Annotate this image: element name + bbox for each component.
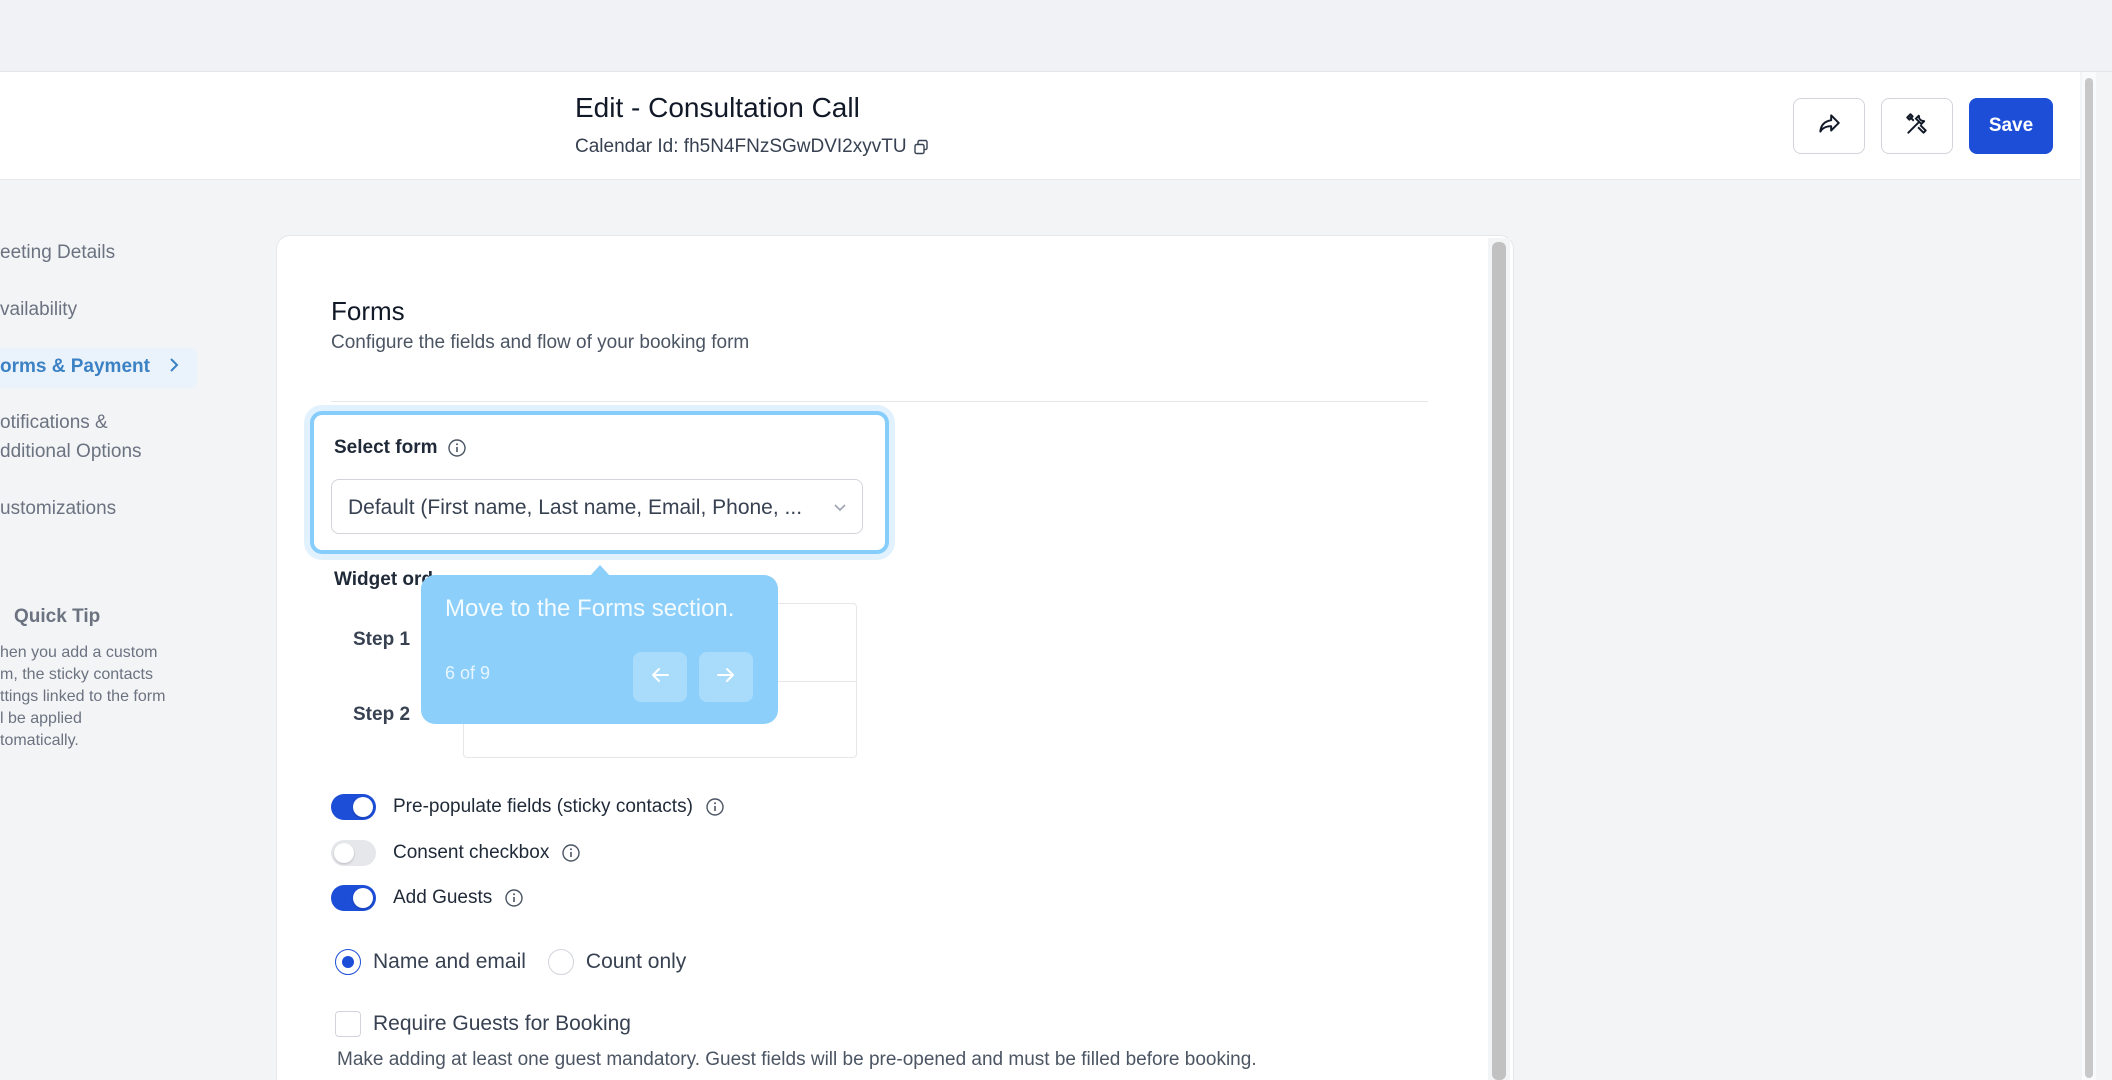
arrow-right-icon: [715, 665, 737, 690]
section-subtitle: Configure the fields and flow of your bo…: [331, 332, 750, 353]
sidebar-item-forms-payment-label: orms & Payment: [0, 356, 150, 377]
copy-icon[interactable]: [913, 139, 929, 155]
chevron-down-icon: [832, 500, 848, 519]
sidebar-item-availability[interactable]: vailability: [0, 299, 77, 321]
sidebar-item-customizations[interactable]: ustomizations: [0, 498, 116, 520]
require-guests-checkbox[interactable]: [335, 1011, 361, 1037]
share-button[interactable]: [1793, 98, 1865, 154]
divider: [331, 401, 1428, 402]
radio-name-email[interactable]: [335, 949, 361, 975]
radio-count-only-label: Count only: [585, 950, 687, 973]
page-title: Edit - Consultation Call: [575, 92, 860, 123]
share-icon: [1816, 111, 1842, 142]
select-form-label-text: Select form: [334, 437, 438, 458]
step-1-label: Step 1: [353, 629, 411, 650]
info-icon[interactable]: [504, 888, 524, 908]
require-guests-help: Make adding at least one guest mandatory…: [337, 1049, 1257, 1070]
radio-name-email-label: Name and email: [373, 950, 526, 973]
calendar-id-text: Calendar Id: fh5N4FNzSGwDVI2xyvTU: [575, 136, 907, 157]
chevron-right-icon: [167, 356, 181, 380]
info-icon[interactable]: [705, 797, 725, 817]
prepopulate-label: Pre-populate fields (sticky contacts): [393, 796, 693, 817]
card-scrollbar[interactable]: [1488, 238, 1510, 1080]
toggle-row-prepopulate: Pre-populate fields (sticky contacts): [331, 794, 725, 820]
info-icon[interactable]: [561, 843, 581, 863]
calendar-id: Calendar Id: fh5N4FNzSGwDVI2xyvTU: [575, 136, 929, 158]
prepopulate-toggle[interactable]: [331, 794, 376, 820]
page-scrollbar[interactable]: [2082, 72, 2096, 1080]
sidebar-item-notifications[interactable]: otifications &: [0, 412, 108, 434]
quick-tip-line: l be applied: [0, 710, 82, 727]
quick-tip-title: Quick Tip: [14, 606, 101, 627]
quick-tip-line: tomatically.: [0, 732, 79, 749]
tools-icon: [1904, 111, 1930, 142]
consent-label: Consent checkbox: [393, 842, 550, 863]
step-2-label: Step 2: [353, 704, 411, 725]
select-form-dropdown[interactable]: Default (First name, Last name, Email, P…: [331, 479, 863, 534]
require-guests-row: Require Guests for Booking: [335, 1011, 631, 1037]
sidebar-item-additional-options[interactable]: dditional Options: [0, 441, 142, 463]
quick-tip-text: hen you add a custom m, the sticky conta…: [0, 642, 190, 752]
sidebar-item-meeting-details[interactable]: eeting Details: [0, 242, 115, 264]
select-form-value: Default (First name, Last name, Email, P…: [348, 496, 803, 519]
toggle-row-consent: Consent checkbox: [331, 840, 581, 866]
tools-button[interactable]: [1881, 98, 1953, 154]
card-scrollbar-thumb[interactable]: [1492, 242, 1506, 1080]
require-guests-label: Require Guests for Booking: [373, 1012, 631, 1035]
widget-order-label: Widget ord: [334, 569, 434, 590]
add-guests-label: Add Guests: [393, 887, 493, 908]
guest-mode-radio-group: Name and email Count only: [335, 949, 708, 975]
save-button[interactable]: Save: [1969, 98, 2053, 154]
quick-tip-line: ttings linked to the form: [0, 688, 166, 705]
arrow-left-icon: [649, 665, 671, 690]
tooltip-next-button[interactable]: [699, 652, 753, 702]
radio-count-only[interactable]: [547, 949, 574, 975]
section-title: Forms: [331, 296, 405, 326]
tour-tooltip: Move to the Forms section. 6 of 9: [421, 575, 778, 724]
page-header: [0, 72, 2080, 180]
select-form-label: Select form: [334, 437, 467, 459]
toggle-row-add-guests: Add Guests: [331, 885, 524, 911]
quick-tip-line: hen you add a custom: [0, 644, 158, 661]
top-bar: [0, 0, 2112, 72]
info-icon[interactable]: [447, 438, 467, 458]
tooltip-prev-button[interactable]: [633, 652, 687, 702]
tooltip-text: Move to the Forms section.: [445, 595, 735, 622]
page-scrollbar-thumb[interactable]: [2085, 78, 2093, 1078]
consent-toggle[interactable]: [331, 840, 376, 866]
quick-tip-line: m, the sticky contacts: [0, 666, 153, 683]
tooltip-step-count: 6 of 9: [445, 663, 491, 683]
add-guests-toggle[interactable]: [331, 885, 376, 911]
